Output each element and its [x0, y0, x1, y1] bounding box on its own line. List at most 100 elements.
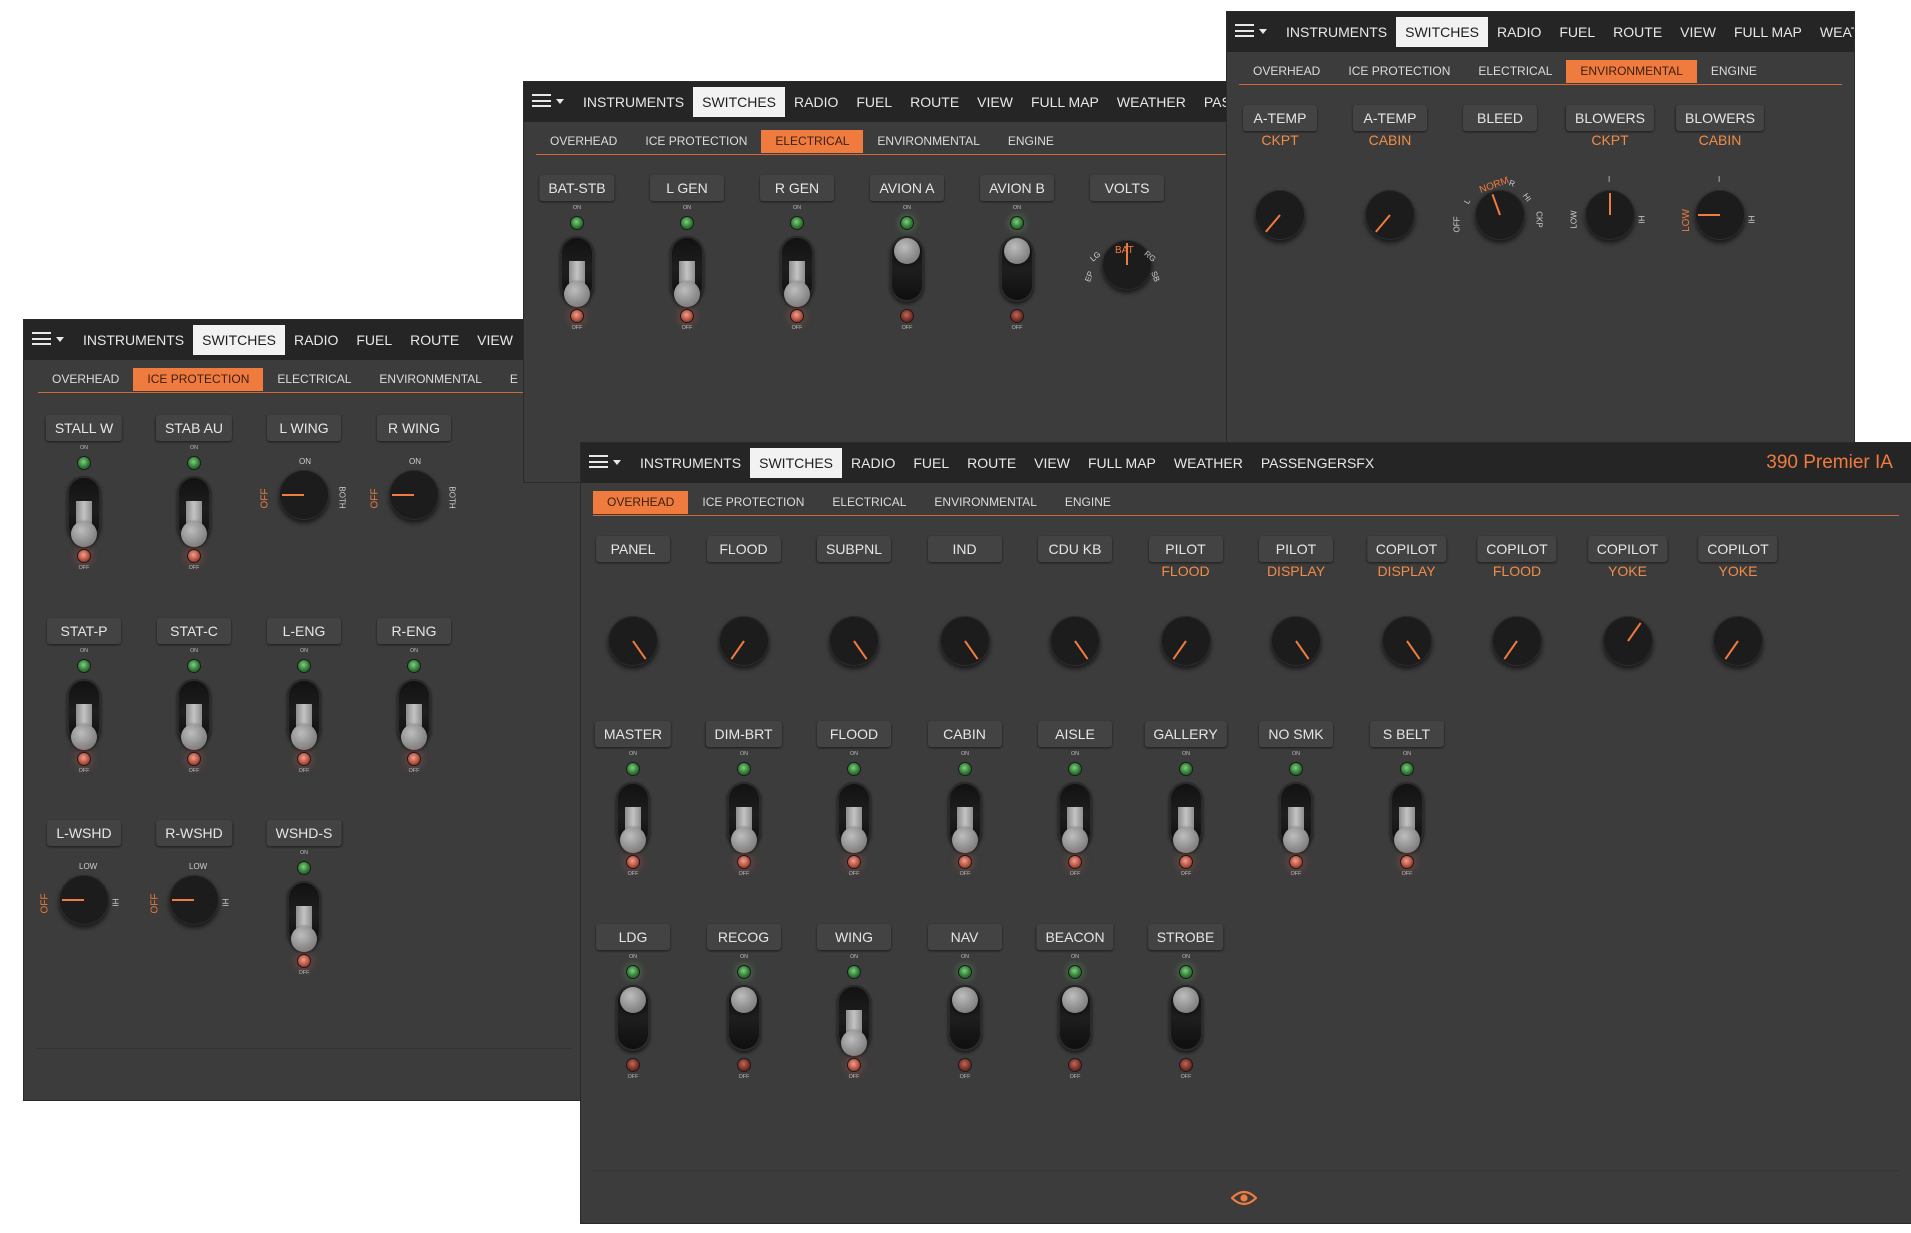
toggle-switch[interactable]: ON OFF	[1362, 751, 1452, 881]
dimmer-knob[interactable]	[608, 616, 658, 666]
toggle-lever-knob[interactable]	[291, 724, 317, 750]
blower-speed-knob[interactable]	[1695, 190, 1745, 240]
nav-tab-instruments[interactable]: INSTRUMENTS	[574, 87, 693, 117]
toggle-lever-knob[interactable]	[674, 281, 700, 307]
toggle-switch[interactable]: ON OFF	[1141, 954, 1231, 1084]
toggle-lever-knob[interactable]	[1393, 827, 1420, 853]
toggle-lever-knob[interactable]	[730, 827, 757, 853]
sub-tab-environmental[interactable]: ENVIRONMENTAL	[365, 368, 495, 391]
toggle-switch[interactable]: ON OFF	[1030, 751, 1120, 881]
sub-tab-engine[interactable]: ENGINE	[1051, 491, 1125, 514]
toggle-lever-knob[interactable]	[181, 724, 207, 750]
air-temp-knob[interactable]	[1365, 190, 1415, 240]
toggle-lever-knob[interactable]	[1004, 238, 1030, 264]
nav-tab-full-map[interactable]: FULL MAP	[1725, 17, 1811, 47]
toggle-lever-knob[interactable]	[71, 521, 97, 547]
toggle-switch[interactable]: ON OFF	[920, 751, 1010, 881]
nav-tab-view[interactable]: VIEW	[468, 325, 522, 355]
sub-tab-overhead[interactable]: OVERHEAD	[1239, 60, 1334, 83]
sub-tab-electrical[interactable]: ELECTRICAL	[263, 368, 365, 391]
hamburger-menu-icon[interactable]	[589, 451, 629, 475]
toggle-switch[interactable]: ON OFF	[369, 648, 459, 778]
nav-tab-switches[interactable]: SWITCHES	[193, 325, 286, 355]
toggle-lever-knob[interactable]	[951, 827, 978, 853]
toggle-switch[interactable]: ON OFF	[752, 205, 842, 335]
sub-tab-electrical[interactable]: ELECTRICAL	[761, 130, 864, 153]
toggle-switch[interactable]: ON OFF	[699, 751, 789, 881]
nav-tab-switches[interactable]: SWITCHES	[750, 448, 843, 478]
windshield-heat-knob[interactable]	[59, 875, 109, 925]
sub-tab-overhead[interactable]: OVERHEAD	[593, 491, 689, 514]
toggle-switch[interactable]: ON OFF	[588, 954, 678, 1084]
blower-speed-knob[interactable]	[1585, 190, 1635, 240]
bleed-selector-knob[interactable]	[1475, 190, 1525, 240]
toggle-switch[interactable]: ON OFF	[532, 205, 622, 335]
nav-tab-fuel[interactable]: FUEL	[904, 448, 958, 478]
sub-tab-ice-protection[interactable]: ICE PROTECTION	[688, 491, 818, 514]
nav-tab-fuel[interactable]: FUEL	[347, 325, 401, 355]
toggle-switch[interactable]: ON OFF	[1251, 751, 1341, 881]
hamburger-menu-icon[interactable]	[32, 328, 72, 352]
toggle-switch[interactable]: ON OFF	[809, 751, 899, 881]
sub-tab-ice-protection[interactable]: ICE PROTECTION	[133, 368, 264, 391]
toggle-switch[interactable]: ON OFF	[1141, 751, 1231, 881]
toggle-lever-knob[interactable]	[71, 724, 97, 750]
toggle-switch[interactable]: ON OFF	[809, 954, 899, 1084]
hamburger-menu-icon[interactable]	[532, 90, 572, 114]
toggle-switch[interactable]: ON OFF	[259, 850, 349, 980]
toggle-lever-knob[interactable]	[1172, 827, 1199, 853]
nav-tab-radio[interactable]: RADIO	[1488, 17, 1550, 47]
toggle-switch[interactable]: ON OFF	[862, 205, 952, 335]
sub-tab-engine[interactable]: ENGINE	[994, 130, 1068, 153]
toggle-lever-knob[interactable]	[841, 1030, 867, 1056]
sub-tab-environmental[interactable]: ENVIRONMENTAL	[1566, 60, 1697, 83]
nav-tab-weather[interactable]: WEATHER	[1165, 448, 1252, 478]
toggle-switch[interactable]: ON OFF	[699, 954, 789, 1084]
windshield-heat-knob[interactable]	[169, 875, 219, 925]
nav-tab-full-map[interactable]: FULL MAP	[1079, 448, 1165, 478]
dimmer-knob[interactable]	[1160, 616, 1211, 666]
nav-tab-route[interactable]: ROUTE	[1604, 17, 1671, 47]
nav-tab-instruments[interactable]: INSTRUMENTS	[631, 448, 750, 478]
nav-tab-route[interactable]: ROUTE	[958, 448, 1025, 478]
toggle-lever-knob[interactable]	[894, 238, 920, 264]
dimmer-knob[interactable]	[1271, 616, 1321, 666]
toggle-lever-knob[interactable]	[1172, 987, 1199, 1013]
dimmer-knob[interactable]	[829, 616, 879, 666]
dimmer-knob[interactable]	[1050, 616, 1100, 666]
dimmer-knob[interactable]	[1713, 616, 1763, 666]
nav-tab-route[interactable]: ROUTE	[901, 87, 968, 117]
hamburger-menu-icon[interactable]	[1235, 20, 1275, 44]
sub-tab-electrical[interactable]: ELECTRICAL	[1464, 60, 1566, 83]
toggle-lever-knob[interactable]	[841, 827, 867, 853]
wing-heat-knob[interactable]	[389, 470, 439, 520]
toggle-switch[interactable]: ON OFF	[149, 648, 239, 778]
toggle-lever-knob[interactable]	[784, 281, 810, 307]
toggle-switch[interactable]: ON OFF	[972, 205, 1062, 335]
toggle-switch[interactable]: ON OFF	[920, 954, 1010, 1084]
eye-icon[interactable]	[1231, 1190, 1257, 1206]
toggle-lever-knob[interactable]	[730, 987, 757, 1013]
toggle-switch[interactable]: ON OFF	[1030, 954, 1120, 1084]
nav-tab-view[interactable]: VIEW	[968, 87, 1022, 117]
sub-tab-engine[interactable]: ENGINE	[1697, 60, 1771, 83]
sub-tab-overhead[interactable]: OVERHEAD	[38, 368, 133, 391]
nav-tab-radio[interactable]: RADIO	[285, 325, 347, 355]
dimmer-knob[interactable]	[1602, 616, 1653, 666]
sub-tab-environmental[interactable]: ENVIRONMENTAL	[920, 491, 1050, 514]
dimmer-knob[interactable]	[718, 616, 769, 666]
sub-tab-ice-protection[interactable]: ICE PROTECTION	[1334, 60, 1464, 83]
air-temp-knob[interactable]	[1255, 190, 1305, 240]
toggle-switch[interactable]: ON OFF	[39, 648, 129, 778]
nav-tab-passengersfx[interactable]: PASSENGERSFX	[1252, 448, 1383, 478]
toggle-lever-knob[interactable]	[1062, 987, 1088, 1013]
toggle-lever-knob[interactable]	[1062, 827, 1088, 853]
nav-tab-switches[interactable]: SWITCHES	[1396, 17, 1489, 47]
toggle-lever-knob[interactable]	[951, 987, 978, 1013]
nav-tab-radio[interactable]: RADIO	[842, 448, 904, 478]
wing-heat-knob[interactable]	[279, 470, 329, 520]
toggle-switch[interactable]: ON OFF	[588, 751, 678, 881]
dimmer-knob[interactable]	[1381, 616, 1432, 666]
nav-tab-instruments[interactable]: INSTRUMENTS	[1277, 17, 1396, 47]
nav-tab-view[interactable]: VIEW	[1025, 448, 1079, 478]
